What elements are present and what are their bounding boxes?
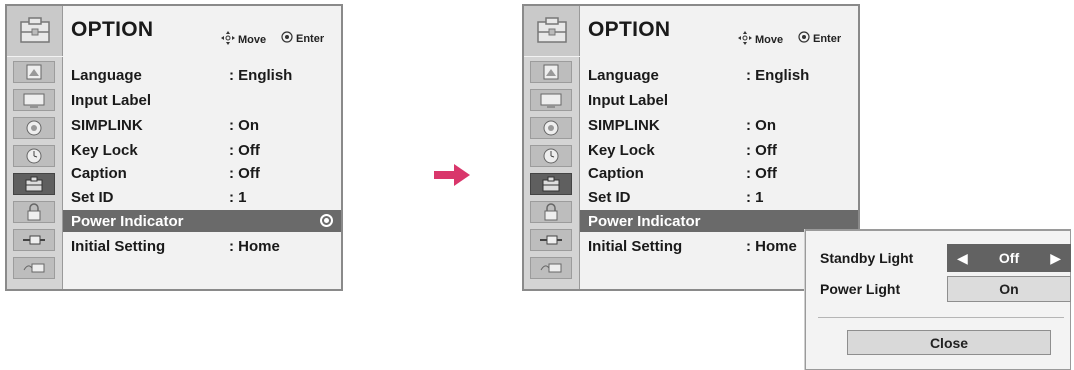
option-category-icon <box>7 6 63 56</box>
enter-button-icon <box>281 31 293 46</box>
screen-icon[interactable] <box>13 89 55 111</box>
item-label: Key Lock <box>588 141 655 159</box>
item-label: Set ID <box>71 188 114 206</box>
menu-item-input-label[interactable]: Input Label <box>63 89 341 111</box>
picture-icon[interactable] <box>13 61 55 83</box>
item-label: Input Label <box>71 91 151 109</box>
enter-hint-label: Enter <box>296 32 325 45</box>
option-menu-before: OPTION Move Enter Language : English Inpu… <box>5 4 343 291</box>
clock-icon[interactable] <box>13 145 55 167</box>
close-button-label: Close <box>929 334 969 351</box>
close-button[interactable]: Close <box>847 330 1051 355</box>
item-label: Language <box>588 66 659 84</box>
lock-icon[interactable] <box>530 201 572 223</box>
item-value: : 1 <box>229 188 247 206</box>
menu-item-power-indicator[interactable]: Power Indicator <box>63 210 341 232</box>
move-hint-label: Move <box>755 33 784 46</box>
input-icon[interactable] <box>530 229 572 251</box>
item-value: : Home <box>229 237 280 255</box>
menu-item-set-id[interactable]: Set ID : 1 <box>63 186 341 208</box>
menu-item-language[interactable]: Language : English <box>63 64 341 86</box>
power-light-selector[interactable]: On <box>947 276 1071 302</box>
speaker-icon[interactable] <box>530 117 572 139</box>
usb-icon[interactable] <box>530 257 572 279</box>
power-light-value: On <box>999 281 1019 297</box>
item-value: : On <box>746 116 776 134</box>
item-value: : Off <box>746 141 777 159</box>
menu-title: OPTION <box>588 18 671 41</box>
enter-hint-label: Enter <box>813 32 842 45</box>
power-light-label: Power Light <box>820 281 901 297</box>
item-label: Input Label <box>588 91 668 109</box>
item-value: : Off <box>229 164 260 182</box>
option-category-icon <box>524 6 580 56</box>
item-value: : On <box>229 116 259 134</box>
move-arrows-icon <box>221 31 235 48</box>
option-icon[interactable] <box>530 173 572 195</box>
input-icon[interactable] <box>13 229 55 251</box>
item-value: : English <box>746 66 810 84</box>
item-value: : Off <box>746 164 777 182</box>
menu-item-caption[interactable]: Caption : Off <box>580 162 858 184</box>
standby-light-selector[interactable]: ◀ Off ▶ <box>947 244 1071 272</box>
item-label: Initial Setting <box>588 237 683 255</box>
enter-hint: Enter <box>798 31 841 46</box>
item-label: Key Lock <box>71 141 138 159</box>
item-value: : English <box>229 66 293 84</box>
item-label: Initial Setting <box>71 237 166 255</box>
item-value: : Home <box>746 237 797 255</box>
menu-item-caption[interactable]: Caption : Off <box>63 162 341 184</box>
item-label: SIMPLINK <box>588 116 660 134</box>
item-label: Power Indicator <box>71 212 184 230</box>
item-label: Language <box>71 66 142 84</box>
menu-item-key-lock[interactable]: Key Lock : Off <box>580 139 858 161</box>
standby-light-label: Standby Light <box>820 250 914 266</box>
clock-icon[interactable] <box>530 145 572 167</box>
transition-arrow-icon <box>434 164 470 186</box>
item-label: SIMPLINK <box>71 116 143 134</box>
menu-item-set-id[interactable]: Set ID : 1 <box>580 186 858 208</box>
menu-header: OPTION Move Enter <box>524 6 858 56</box>
category-sidebar <box>524 57 580 289</box>
picture-icon[interactable] <box>530 61 572 83</box>
usb-icon[interactable] <box>13 257 55 279</box>
power-indicator-popup: Standby Light ◀ Off ▶ Power Light On Clo… <box>805 229 1071 370</box>
item-label: Set ID <box>588 188 631 206</box>
menu-title: OPTION <box>71 18 154 41</box>
option-icon[interactable] <box>13 173 55 195</box>
menu-item-initial-setting[interactable]: Initial Setting : Home <box>63 235 341 257</box>
category-sidebar <box>7 57 63 289</box>
left-arrow-icon[interactable]: ◀ <box>957 250 968 267</box>
item-value: : Off <box>229 141 260 159</box>
speaker-icon[interactable] <box>13 117 55 139</box>
enter-button-icon <box>798 31 810 46</box>
menu-item-language[interactable]: Language : English <box>580 64 858 86</box>
menu-item-simplink[interactable]: SIMPLINK : On <box>63 114 341 136</box>
move-hint: Move <box>221 31 266 48</box>
move-hint: Move <box>738 31 783 48</box>
enter-hint: Enter <box>281 31 324 46</box>
item-label: Caption <box>588 164 644 182</box>
menu-item-input-label[interactable]: Input Label <box>580 89 858 111</box>
right-arrow-icon[interactable]: ▶ <box>1050 250 1061 267</box>
move-arrows-icon <box>738 31 752 48</box>
popup-divider <box>818 317 1064 318</box>
item-label: Caption <box>71 164 127 182</box>
item-label: Power Indicator <box>588 212 701 230</box>
enter-radio-icon <box>320 214 333 227</box>
screen-icon[interactable] <box>530 89 572 111</box>
lock-icon[interactable] <box>13 201 55 223</box>
menu-item-key-lock[interactable]: Key Lock : Off <box>63 139 341 161</box>
menu-header: OPTION Move Enter <box>7 6 341 56</box>
item-value: : 1 <box>746 188 764 206</box>
menu-item-simplink[interactable]: SIMPLINK : On <box>580 114 858 136</box>
standby-light-value: Off <box>998 250 1020 266</box>
move-hint-label: Move <box>238 33 267 46</box>
